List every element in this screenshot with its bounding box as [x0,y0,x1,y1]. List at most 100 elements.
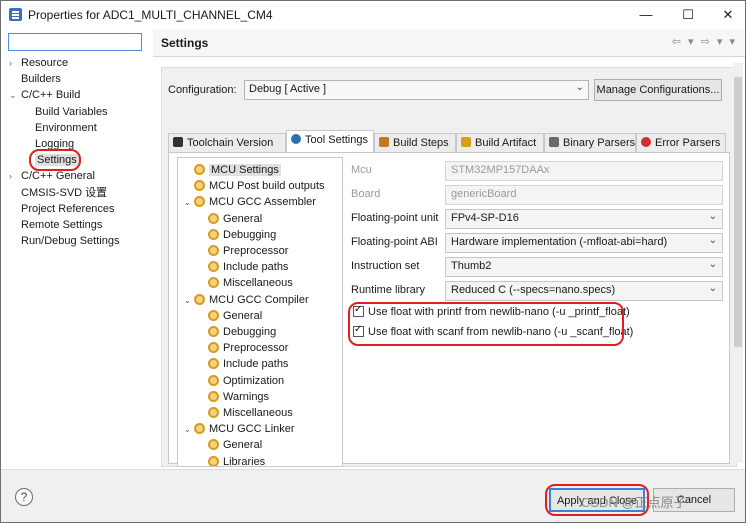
tab-error-parsers[interactable]: Error Parsers [636,133,726,152]
tree-item-project-references[interactable]: Project References [9,201,115,217]
runtime-library-select[interactable]: Reduced C (--specs=nano.specs) ⌄ [445,281,723,301]
chevron-down-icon[interactable]: ⌄ [184,195,194,211]
chevron-down-icon[interactable]: ⌄ [184,293,194,309]
tool-tree: MCU Settings MCU Post build outputs ⌄ MCU G… [177,157,343,467]
tool-tree-item[interactable]: Debugging [198,227,276,243]
tool-tree-item[interactable]: Preprocessor [198,243,288,259]
vertical-scrollbar[interactable] [733,63,743,463]
fpu-select[interactable]: FPv4-SP-D16 ⌄ [445,209,723,229]
gear-icon [208,358,219,370]
property-page-tree: › Resource Builders ⌄ C/C++ Build Build Varia… [1,29,151,469]
gear-icon [208,228,219,240]
chevron-icon[interactable]: ⌄ [9,87,21,103]
configuration-select[interactable]: Debug [ Active ] ⌄ [244,80,589,100]
tab-tool-settings[interactable]: Tool Settings [286,130,374,152]
fpu-value: FPv4-SP-D16 [451,212,519,224]
instruction-set-row: Instruction set Thumb2 ⌄ [351,257,725,277]
tool-tree-item[interactable]: MCU Post build outputs [184,178,325,194]
maximize-button[interactable]: ☐ [673,4,703,26]
abi-row: Floating-point ABI Hardware implementati… [351,233,725,253]
instruction-set-select[interactable]: Thumb2 ⌄ [445,257,723,277]
chevron-down-icon: ⌄ [708,259,717,270]
title-bar: Properties for ADC1_MULTI_CHANNEL_CM4 — … [1,1,745,29]
configuration-value: Debug [ Active ] [249,83,327,95]
tool-tree-item[interactable]: General [198,308,262,324]
tool-tree-item-label: MCU GCC Linker [209,423,295,436]
tool-tree-item-label: Preprocessor [223,245,289,257]
manage-configurations-button[interactable]: Manage Configurations... [594,79,722,101]
tab-build-steps[interactable]: Build Steps [374,133,456,152]
chevron-icon[interactable]: › [9,168,21,184]
tab-build-artifact[interactable]: Build Artifact [456,133,544,152]
tool-tree-item-label: Include paths [223,261,289,274]
chevron-down-icon: ⌄ [708,235,717,246]
tool-tree-item[interactable]: Include paths [198,356,288,372]
tool-tree-item[interactable]: ⌄ MCU GCC Compiler [184,292,309,308]
tree-item-label: Builders [21,73,61,86]
tool-tree-item[interactable]: ⌄ MCU GCC Linker [184,421,295,437]
scrollbar-thumb[interactable] [734,77,742,347]
abi-select[interactable]: Hardware implementation (-mfloat-abi=har… [445,233,723,253]
tool-tree-item-label: MCU GCC Assembler [209,196,316,209]
tab-binary-parsers[interactable]: Binary Parsers [544,133,636,152]
error-icon [641,137,651,147]
tool-tree-item[interactable]: Miscellaneous [198,275,293,291]
tree-item-build-variables[interactable]: Build Variables [23,104,108,120]
tool-tree-item[interactable]: General [198,211,262,227]
tree-item-run-debug-settings[interactable]: Run/Debug Settings [9,233,119,249]
tree-item-remote-settings[interactable]: Remote Settings [9,217,102,233]
configuration-label: Configuration: [168,84,237,96]
settings-header: Settings ⇦ ▾ ⇨ ▾ ▾ [153,29,745,57]
gear-icon [208,261,219,273]
tab-toolchain-version[interactable]: Toolchain Version [168,133,286,152]
tool-tree-item[interactable]: Preprocessor [198,340,288,356]
tool-tree-item-label: Libraries [223,455,266,467]
tree-item-c-c-build[interactable]: ⌄ C/C++ Build [9,87,80,103]
gear-icon [291,134,301,144]
tree-item-cmsis-svd[interactable]: CMSIS-SVD 设置 [9,185,107,201]
minimize-button[interactable]: — [631,4,661,26]
fpu-label: Floating-point unit [351,212,439,224]
tool-tree-item-label: MCU GCC Compiler [209,293,309,306]
dialog-button-bar: ? Apply and Close Cancel CSDN @正点原子 [1,469,745,522]
tool-tree-item[interactable]: Optimization [198,373,284,389]
board-field: genericBoard [445,185,723,205]
tool-settings-panel: MCU Settings MCU Post build outputs ⌄ MCU G… [168,152,730,467]
tree-item-label: Remote Settings [21,219,103,231]
tree-item-label: C/C++ Build [21,89,81,102]
gear-icon [208,407,219,418]
gear-icon [208,326,219,337]
chevron-down-icon: ⌄ [708,211,717,222]
tool-tree-item[interactable]: ⌄ MCU GCC Assembler [184,194,316,210]
board-row: Board genericBoard [351,185,725,205]
tree-item-environment[interactable]: Environment [23,120,97,136]
tool-tree-item-label: MCU Post build outputs [209,180,325,193]
instruction-set-value: Thumb2 [451,260,492,272]
mcu-field: STM32MP157DAAx [445,161,723,181]
tool-tree-item-label: General [223,309,263,322]
window-title: Properties for ADC1_MULTI_CHANNEL_CM4 [28,8,273,22]
tool-tree-item[interactable]: Include paths [198,259,288,275]
configuration-area: Configuration: Debug [ Active ] ⌄ Manage… [161,67,737,467]
navigation-arrows-icon[interactable]: ⇦ ▾ ⇨ ▾ ▾ [672,35,737,48]
tool-tree-item-label: MCU Settings [209,164,281,176]
gear-icon [194,180,205,192]
close-button[interactable]: ✕ [713,4,743,26]
filter-input[interactable] [8,33,142,51]
tool-tree-item[interactable]: Miscellaneous [198,405,293,421]
help-icon[interactable]: ? [15,488,33,506]
chevron-icon[interactable]: › [9,55,21,71]
gear-icon [194,423,205,435]
gear-icon [208,374,219,386]
tree-item-resource[interactable]: › Resource [9,55,68,71]
chevron-down-icon[interactable]: ⌄ [184,422,194,438]
tool-tree-item-label: General [223,439,263,452]
tree-item-builders[interactable]: Builders [9,71,61,87]
gear-icon [208,455,219,466]
tool-tree-item[interactable]: MCU Settings [184,162,281,178]
tool-tree-item[interactable]: Warnings [198,389,269,405]
tool-tree-item[interactable]: Libraries [198,454,266,467]
tool-tree-item[interactable]: Debugging [198,324,276,340]
tool-tree-item[interactable]: General [198,437,262,453]
instruction-set-label: Instruction set [351,260,420,272]
